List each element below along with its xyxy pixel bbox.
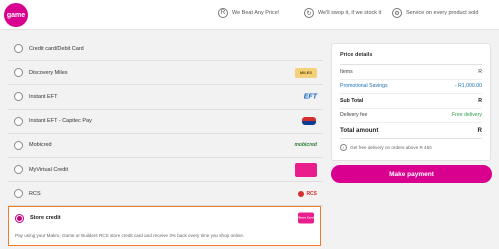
summary-value: - R1,000.00: [454, 83, 482, 90]
promise-swop-text: We'll swop it, if we stock it: [318, 10, 382, 16]
radio-button[interactable]: [14, 92, 23, 102]
payment-option-label: MyVirtual Credit: [29, 166, 69, 173]
top-bar: game R We Beat Any Price! ↻ We'll swop i…: [0, 0, 499, 30]
discovery-miles-logo-text: MILES: [295, 67, 317, 78]
rcs-logo-mark: RCS: [298, 190, 317, 197]
radio-button[interactable]: [14, 116, 23, 126]
summary-key: Promotional Savings: [340, 83, 388, 90]
radio-button[interactable]: [14, 140, 23, 150]
capitec-logo-mark: [301, 115, 317, 127]
promise-service-text: Service on every product sold: [406, 10, 479, 16]
rcs-logo-text: RCS: [306, 190, 317, 197]
payment-option-label: Discovery Miles: [29, 69, 68, 76]
radio-button[interactable]: [14, 68, 23, 78]
service-icon: ⚙: [392, 8, 402, 18]
summary-key: Delivery fee: [340, 112, 368, 119]
summary-value: R: [478, 68, 482, 75]
mobicred-logo: mobicred: [294, 142, 317, 148]
swap-icon: ↻: [304, 8, 314, 18]
summary-row-items: Items R: [340, 65, 482, 80]
summary-value: R: [478, 97, 482, 104]
price-icon: R: [218, 8, 228, 18]
summary-value: Free delivery: [452, 112, 482, 119]
game-logo[interactable]: game: [4, 3, 28, 27]
promise-price[interactable]: R We Beat Any Price!: [218, 8, 279, 18]
payment-option-label: Mobicred: [29, 142, 52, 149]
payment-option-discovery-miles[interactable]: Discovery Miles MILES: [8, 61, 323, 86]
summary-key: Items: [340, 68, 353, 75]
price-details-title: Price details: [340, 52, 482, 65]
payment-option-label: Instant EFT - Capitec Pay: [29, 118, 92, 125]
payment-option-card[interactable]: Credit card/Debit Card: [8, 37, 323, 62]
rcs-logo: RCS: [298, 190, 317, 197]
payment-option-label: Instant EFT: [29, 93, 58, 100]
payment-option-store-credit[interactable]: Store credit Store Card Pay using your M…: [8, 206, 321, 246]
payment-option-rcs[interactable]: RCS RCS: [8, 182, 323, 207]
promise-price-text: We Beat Any Price!: [232, 10, 280, 16]
store-card-logo: Store Card: [298, 212, 314, 224]
payment-option-mobicred[interactable]: Mobicred mobicred: [8, 134, 323, 158]
radio-button-selected[interactable]: [15, 213, 24, 223]
mobicred-logo-text: mobicred: [294, 142, 317, 149]
summary-total: Total amount R: [340, 123, 482, 139]
payment-option-label: Store credit: [30, 215, 61, 221]
free-delivery-note: i Get free delivery on orders above R 45…: [340, 144, 482, 151]
price-details-panel: Price details Items R Promotional Saving…: [331, 43, 491, 161]
summary-row-subtotal: Sub Total R: [340, 94, 482, 109]
myvirtual-card-logo: [295, 162, 317, 177]
discovery-miles-logo: MILES: [295, 67, 317, 78]
payment-option-label: Credit card/Debit Card: [29, 45, 84, 52]
eft-logo-text: EFT: [303, 93, 317, 101]
total-value: R: [477, 127, 482, 134]
info-icon: i: [340, 144, 347, 151]
summary-key: Sub Total: [340, 97, 364, 104]
payment-option-capitec-pay[interactable]: Instant EFT - Capitec Pay: [8, 110, 323, 134]
total-label: Total amount: [340, 127, 379, 134]
payment-method-list: Credit card/Debit Card Discovery Miles M…: [8, 37, 323, 207]
eft-logo: EFT: [304, 93, 317, 100]
payment-option-label: RCS: [29, 190, 41, 197]
promise-swop[interactable]: ↻ We'll swop it, if we stock it: [304, 8, 381, 18]
radio-button[interactable]: [14, 189, 23, 199]
store-credit-description: Pay using your Makro, Game or Builders R…: [15, 233, 245, 238]
store-card-logo-text: Store Card: [298, 212, 314, 224]
myvirtual-card-image: [295, 162, 317, 177]
radio-button[interactable]: [14, 44, 23, 54]
make-payment-button[interactable]: Make payment: [331, 165, 492, 183]
payment-option-myvirtual-credit[interactable]: MyVirtual Credit: [8, 158, 323, 183]
summary-row-delivery: Delivery fee Free delivery: [340, 109, 482, 123]
summary-row-savings: Promotional Savings - R1,000.00: [340, 80, 482, 94]
capitec-logo: [301, 115, 317, 127]
free-delivery-note-text: Get free delivery on orders above R 450: [350, 145, 432, 150]
promise-service[interactable]: ⚙ Service on every product sold: [392, 8, 478, 18]
radio-button[interactable]: [14, 165, 23, 175]
payment-option-instant-eft[interactable]: Instant EFT EFT: [8, 85, 323, 110]
